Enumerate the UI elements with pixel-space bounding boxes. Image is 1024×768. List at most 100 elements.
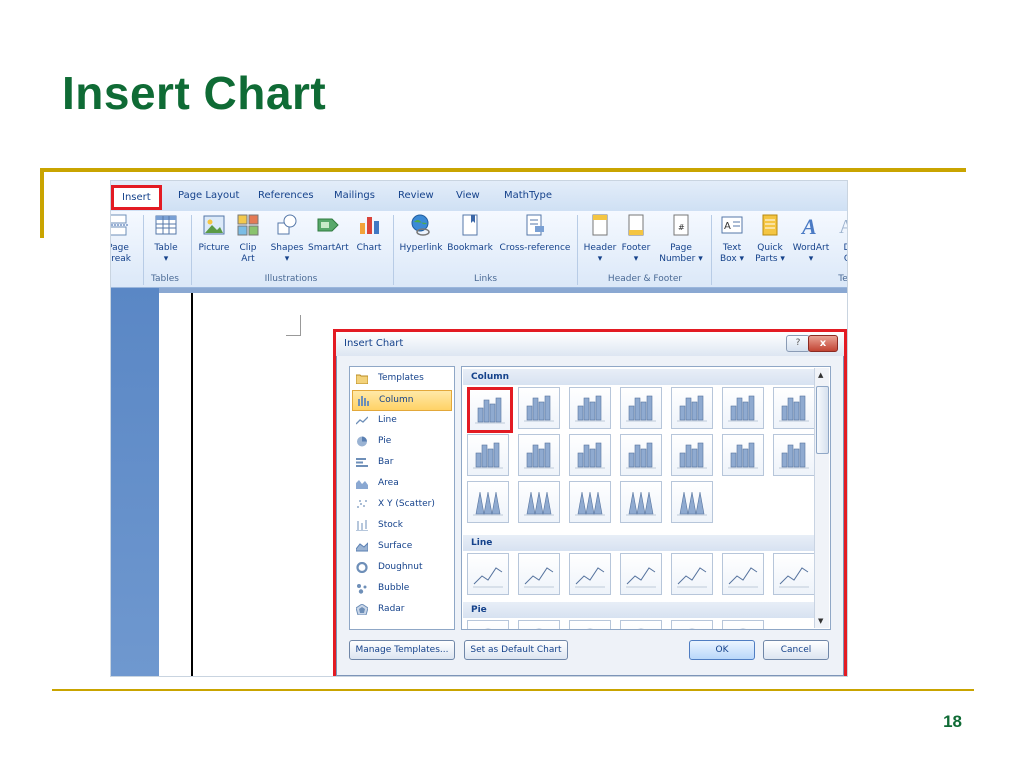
tab-insert[interactable]: Insert	[111, 185, 162, 210]
chart-subtype-thumbnail[interactable]	[467, 553, 509, 595]
footer-button[interactable]: Footer ▾	[619, 213, 653, 265]
close-button[interactable]: x	[808, 335, 838, 352]
chart-subtype-thumbnail[interactable]	[722, 553, 764, 595]
chart-subtype-thumbnail[interactable]	[518, 553, 560, 595]
drop-cap-button[interactable]: A D C	[837, 213, 847, 265]
page-number-button[interactable]: # Page Number ▾	[659, 213, 703, 265]
chart-type-label: Pie	[378, 436, 392, 446]
page-break-button[interactable]: Page Break	[111, 213, 133, 265]
gold-rule-bottom	[52, 689, 974, 691]
bookmark-button[interactable]: Bookmark	[447, 213, 493, 254]
wordart-button[interactable]: A WordArt ▾	[791, 213, 831, 265]
chart-label: Chart	[356, 243, 382, 253]
chart-subtype-thumbnail[interactable]	[773, 553, 815, 595]
group-label-header-footer: Header & Footer	[607, 274, 683, 284]
hyperlink-button[interactable]: Hyperlink	[398, 213, 444, 254]
header-button[interactable]: Header ▾	[583, 213, 617, 265]
smartart-button[interactable]: SmartArt	[308, 213, 349, 254]
chart-subtype-thumbnail[interactable]	[569, 620, 611, 629]
tab-references[interactable]: References	[258, 190, 314, 201]
scrollbar-thumb[interactable]	[816, 386, 829, 454]
chart-subtype-thumbnail[interactable]	[569, 553, 611, 595]
page-number-icon: #	[673, 214, 689, 236]
chart-subtype-thumbnail[interactable]	[518, 434, 560, 476]
chart-subtype-thumbnail[interactable]	[518, 620, 560, 629]
chart-type-label: Line	[378, 415, 397, 425]
chart-subtype-thumbnail[interactable]	[671, 387, 713, 429]
chart-type-pie[interactable]: Pie	[352, 432, 452, 451]
text-box-button[interactable]: A Text Box ▾	[717, 213, 747, 265]
table-icon	[155, 215, 177, 235]
bookmark-icon	[462, 214, 478, 236]
chart-subtype-thumbnail[interactable]	[671, 553, 713, 595]
chart-subtype-thumbnail[interactable]	[620, 620, 662, 629]
chart-subtype-thumbnail[interactable]	[569, 481, 611, 523]
chart-subtype-thumbnail[interactable]	[722, 620, 764, 629]
chart-subtype-thumbnail[interactable]	[467, 434, 509, 476]
chart-subtype-thumbnail[interactable]	[620, 387, 662, 429]
picture-button[interactable]: Picture	[197, 213, 231, 254]
text-box-label: Text Box ▾	[719, 243, 745, 264]
chart-type-bubble[interactable]: Bubble	[352, 579, 452, 598]
chart-subtype-icon	[677, 395, 707, 422]
insert-chart-dialog: Insert Chart ? x Templates Column Line P…	[333, 329, 847, 676]
quick-parts-button[interactable]: Quick Parts ▾	[753, 213, 787, 265]
gallery-scrollbar[interactable]: ▲ ▼	[814, 368, 829, 628]
chart-subtype-thumbnail[interactable]	[467, 387, 513, 433]
chart-type-area[interactable]: Area	[352, 474, 452, 493]
tab-view[interactable]: View	[456, 190, 480, 201]
set-default-chart-button[interactable]: Set as Default Chart	[464, 640, 568, 660]
shapes-button[interactable]: Shapes ▾	[269, 213, 305, 265]
chart-subtype-thumbnail[interactable]	[722, 387, 764, 429]
dialog-title: Insert Chart	[344, 338, 404, 349]
chart-type-templates[interactable]: Templates	[352, 369, 452, 388]
chart-subtype-thumbnail[interactable]	[773, 387, 815, 429]
chart-subtype-thumbnail[interactable]	[620, 434, 662, 476]
tab-mathtype[interactable]: MathType	[504, 190, 552, 201]
clip-art-button[interactable]: Clip Art	[235, 213, 261, 265]
chart-type-column[interactable]: Column	[352, 390, 452, 411]
chart-type-line[interactable]: Line	[352, 411, 452, 430]
chart-subtype-icon	[779, 395, 809, 422]
table-button[interactable]: Table ▾	[151, 213, 181, 265]
manage-templates-button[interactable]: Manage Templates...	[349, 640, 455, 660]
chart-button[interactable]: Chart	[354, 213, 384, 254]
chart-subtype-thumbnail[interactable]	[671, 481, 713, 523]
tab-page-layout[interactable]: Page Layout	[178, 190, 239, 201]
pie-chart-icon	[357, 436, 367, 447]
chart-type-bar[interactable]: Bar	[352, 453, 452, 472]
group-separator	[191, 215, 192, 285]
quick-parts-label: Quick Parts ▾	[755, 243, 785, 264]
ribbon-insert: Page Break Table ▾ Tables Picture Clip A…	[111, 211, 847, 288]
ok-button[interactable]: OK	[689, 640, 755, 660]
chart-type-radar[interactable]: Radar	[352, 600, 452, 619]
chart-subtype-icon	[524, 567, 554, 588]
scroll-down-arrow-icon[interactable]: ▼	[818, 617, 823, 625]
chart-subtype-icon	[689, 628, 695, 629]
chart-subtype-thumbnail[interactable]	[569, 387, 611, 429]
wordart-icon: A	[800, 214, 817, 239]
tab-mailings[interactable]: Mailings	[334, 190, 375, 201]
chart-subtype-thumbnail[interactable]	[569, 434, 611, 476]
chart-subtype-thumbnail[interactable]	[620, 553, 662, 595]
chart-subtype-thumbnail[interactable]	[620, 481, 662, 523]
margin-corner-mark	[286, 315, 301, 336]
chart-subtype-thumbnail[interactable]	[467, 481, 509, 523]
chart-subtype-thumbnail[interactable]	[671, 434, 713, 476]
help-button[interactable]: ?	[786, 335, 810, 352]
chart-subtype-thumbnail[interactable]	[773, 434, 815, 476]
scroll-up-arrow-icon[interactable]: ▲	[818, 371, 823, 379]
chart-subtype-thumbnail[interactable]	[518, 481, 560, 523]
document-left-pane	[111, 288, 159, 676]
chart-type-surface[interactable]: Surface	[352, 537, 452, 556]
chart-subtype-thumbnail[interactable]	[671, 620, 713, 629]
chart-subtype-thumbnail[interactable]	[518, 387, 560, 429]
cancel-button[interactable]: Cancel	[763, 640, 829, 660]
chart-type-stock[interactable]: Stock	[352, 516, 452, 535]
tab-review[interactable]: Review	[398, 190, 434, 201]
chart-subtype-thumbnail[interactable]	[722, 434, 764, 476]
cross-reference-button[interactable]: Cross-reference	[499, 213, 571, 254]
chart-type-doughnut[interactable]: Doughnut	[352, 558, 452, 577]
chart-type-scatter[interactable]: X Y (Scatter)	[352, 495, 452, 514]
chart-subtype-thumbnail[interactable]	[467, 620, 509, 629]
